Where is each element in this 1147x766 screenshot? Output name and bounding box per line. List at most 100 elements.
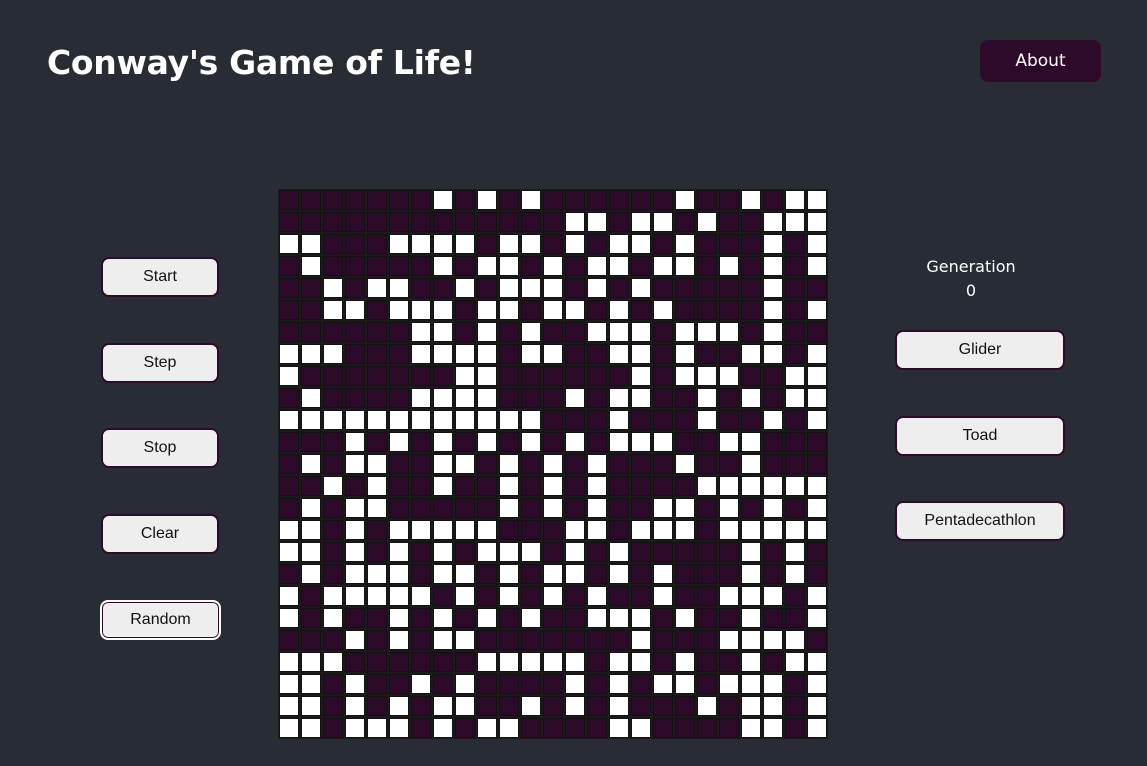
cell-dead[interactable] [785,300,805,320]
cell-alive[interactable] [301,498,321,518]
cell-dead[interactable] [389,674,409,694]
cell-dead[interactable] [697,564,717,584]
cell-dead[interactable] [697,234,717,254]
cell-alive[interactable] [763,674,783,694]
cell-dead[interactable] [477,630,497,650]
cell-dead[interactable] [455,652,475,672]
cell-dead[interactable] [543,718,563,738]
cell-alive[interactable] [455,344,475,364]
cell-dead[interactable] [653,630,673,650]
cell-alive[interactable] [741,432,761,452]
cell-alive[interactable] [609,322,629,342]
cell-alive[interactable] [763,696,783,716]
cell-dead[interactable] [433,366,453,386]
cell-dead[interactable] [367,674,387,694]
cell-dead[interactable] [653,278,673,298]
cell-dead[interactable] [499,674,519,694]
cell-dead[interactable] [367,542,387,562]
cell-dead[interactable] [477,454,497,474]
cell-dead[interactable] [499,388,519,408]
cell-alive[interactable] [807,256,827,276]
cell-alive[interactable] [587,586,607,606]
cell-dead[interactable] [741,300,761,320]
cell-dead[interactable] [697,674,717,694]
cell-alive[interactable] [433,190,453,210]
cell-dead[interactable] [301,586,321,606]
cell-alive[interactable] [609,696,629,716]
cell-dead[interactable] [719,696,739,716]
start-button[interactable]: Start [101,257,219,297]
cell-alive[interactable] [719,322,739,342]
cell-dead[interactable] [763,652,783,672]
cell-alive[interactable] [279,718,299,738]
cell-dead[interactable] [301,476,321,496]
cell-alive[interactable] [433,410,453,430]
cell-alive[interactable] [543,476,563,496]
cell-dead[interactable] [719,608,739,628]
about-button[interactable]: About [980,40,1101,82]
cell-alive[interactable] [433,718,453,738]
cell-dead[interactable] [323,432,343,452]
cell-dead[interactable] [785,454,805,474]
cell-alive[interactable] [455,630,475,650]
cell-dead[interactable] [279,322,299,342]
cell-alive[interactable] [499,234,519,254]
cell-dead[interactable] [653,608,673,628]
cell-alive[interactable] [807,344,827,364]
cell-alive[interactable] [455,454,475,474]
cell-dead[interactable] [411,190,431,210]
cell-alive[interactable] [455,278,475,298]
cell-dead[interactable] [521,256,541,276]
cell-dead[interactable] [521,564,541,584]
cell-dead[interactable] [631,498,651,518]
cell-alive[interactable] [719,366,739,386]
cell-dead[interactable] [411,652,431,672]
cell-dead[interactable] [719,212,739,232]
cell-alive[interactable] [433,696,453,716]
cell-dead[interactable] [631,542,651,562]
cell-alive[interactable] [455,410,475,430]
cell-alive[interactable] [389,542,409,562]
cell-dead[interactable] [543,608,563,628]
cell-dead[interactable] [587,652,607,672]
cell-dead[interactable] [455,300,475,320]
cell-dead[interactable] [543,630,563,650]
cell-alive[interactable] [433,564,453,584]
cell-dead[interactable] [719,542,739,562]
cell-alive[interactable] [697,696,717,716]
cell-dead[interactable] [675,278,695,298]
cell-alive[interactable] [609,608,629,628]
cell-dead[interactable] [653,190,673,210]
cell-dead[interactable] [323,696,343,716]
cell-dead[interactable] [521,674,541,694]
cell-alive[interactable] [433,608,453,628]
cell-alive[interactable] [653,586,673,606]
cell-alive[interactable] [587,608,607,628]
cell-alive[interactable] [587,278,607,298]
cell-alive[interactable] [807,234,827,254]
cell-dead[interactable] [543,388,563,408]
cell-alive[interactable] [675,520,695,540]
cell-alive[interactable] [631,388,651,408]
cell-alive[interactable] [719,630,739,650]
cell-alive[interactable] [521,278,541,298]
cell-alive[interactable] [477,344,497,364]
cell-alive[interactable] [301,388,321,408]
cell-dead[interactable] [587,696,607,716]
cell-dead[interactable] [785,322,805,342]
cell-dead[interactable] [807,322,827,342]
cell-alive[interactable] [433,454,453,474]
cell-dead[interactable] [367,388,387,408]
cell-alive[interactable] [631,630,651,650]
cell-dead[interactable] [433,586,453,606]
cell-dead[interactable] [499,432,519,452]
cell-alive[interactable] [785,520,805,540]
cell-alive[interactable] [433,300,453,320]
cell-dead[interactable] [763,608,783,628]
cell-alive[interactable] [719,256,739,276]
cell-alive[interactable] [433,344,453,364]
cell-dead[interactable] [631,300,651,320]
cell-dead[interactable] [455,190,475,210]
cell-dead[interactable] [697,630,717,650]
cell-dead[interactable] [411,212,431,232]
